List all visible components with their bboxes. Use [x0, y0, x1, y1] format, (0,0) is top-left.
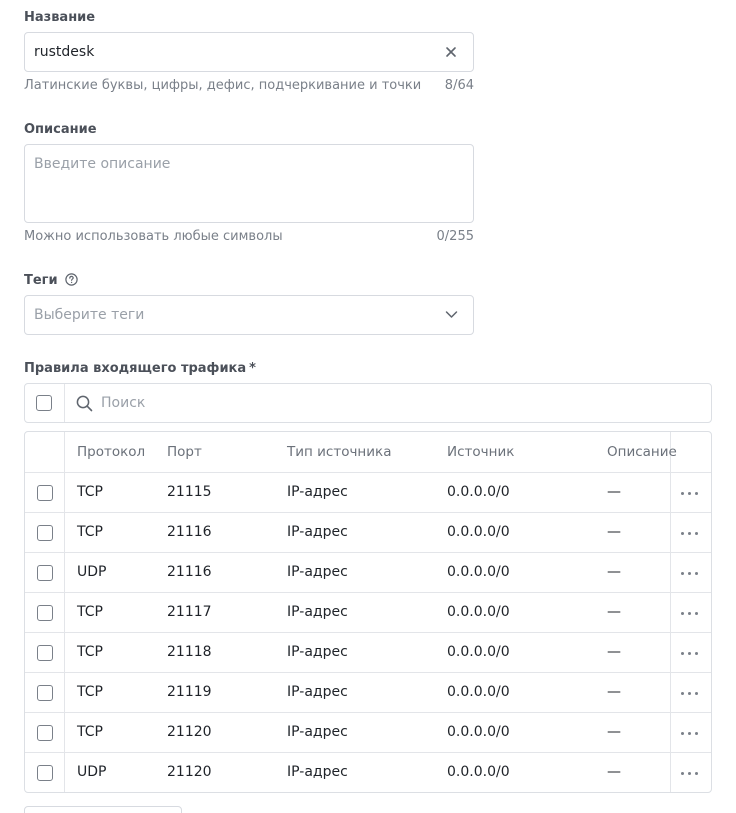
cell-source: 0.0.0.0/0 [447, 484, 510, 500]
cell-source-type: IP-адрес [287, 564, 348, 580]
description-textarea[interactable]: Введите описание [24, 144, 474, 223]
cell-protocol: TCP [77, 524, 103, 540]
more-horizontal-icon[interactable] [681, 532, 701, 536]
cell-source: 0.0.0.0/0 [447, 524, 510, 540]
cell-port: 21120 [167, 764, 212, 780]
table-row: UDP 21116 IP-адрес 0.0.0.0/0 — [25, 552, 711, 592]
cell-source-type: IP-адрес [287, 604, 348, 620]
cell-port: 21119 [167, 684, 212, 700]
cell-protocol: UDP [77, 564, 107, 580]
cell-port: 21118 [167, 644, 212, 660]
more-horizontal-icon[interactable] [681, 772, 701, 776]
rules-label: Правила входящего трафика * [24, 361, 256, 376]
column-header-port[interactable]: Порт [167, 444, 202, 460]
toolbar-divider [64, 384, 65, 422]
cell-source: 0.0.0.0/0 [447, 764, 510, 780]
row-checkbox[interactable] [37, 685, 53, 701]
cell-source-type: IP-адрес [287, 644, 348, 660]
tags-select[interactable]: Выберите теги [24, 295, 474, 335]
cell-protocol: TCP [77, 724, 103, 740]
cell-port: 21116 [167, 564, 212, 580]
table-row: TCP 21117 IP-адрес 0.0.0.0/0 — [25, 592, 711, 632]
cell-source: 0.0.0.0/0 [447, 604, 510, 620]
name-label: Название [24, 10, 96, 25]
name-counter: 8/64 [444, 78, 474, 93]
cell-description: — [607, 724, 621, 740]
cell-protocol: TCP [77, 644, 103, 660]
row-checkbox[interactable] [37, 725, 53, 741]
search-input[interactable]: Поиск [101, 395, 145, 411]
chevron-down-icon[interactable] [445, 310, 458, 319]
column-header-source-type[interactable]: Тип источника [287, 444, 391, 460]
cell-description: — [607, 564, 621, 580]
row-checkbox[interactable] [37, 765, 53, 781]
description-hint: Можно использовать любые символы [24, 229, 283, 244]
cell-source-type: IP-адрес [287, 484, 348, 500]
required-mark: * [249, 361, 256, 376]
cell-port: 21116 [167, 524, 212, 540]
table-row: TCP 21120 IP-адрес 0.0.0.0/0 — [25, 712, 711, 752]
cell-description: — [607, 764, 621, 780]
more-horizontal-icon[interactable] [681, 732, 701, 736]
description-placeholder: Введите описание [34, 156, 171, 172]
table-row: TCP 21115 IP-адрес 0.0.0.0/0 — [25, 472, 711, 512]
search-icon [76, 395, 93, 412]
more-horizontal-icon[interactable] [681, 652, 701, 656]
cell-port: 21120 [167, 724, 212, 740]
cell-port: 21115 [167, 484, 212, 500]
column-header-description[interactable]: Описание [607, 444, 677, 460]
tags-label: Теги [24, 273, 78, 288]
cell-protocol: UDP [77, 764, 107, 780]
row-checkbox[interactable] [37, 605, 53, 621]
cell-source-type: IP-адрес [287, 684, 348, 700]
close-icon[interactable] [445, 46, 457, 58]
table-row: TCP 21119 IP-адрес 0.0.0.0/0 — [25, 672, 711, 712]
description-label: Описание [24, 122, 97, 137]
cell-description: — [607, 604, 621, 620]
cell-source-type: IP-адрес [287, 724, 348, 740]
more-horizontal-icon[interactable] [681, 572, 701, 576]
cell-port: 21117 [167, 604, 212, 620]
name-hint: Латинские буквы, цифры, дефис, подчеркив… [24, 78, 422, 93]
cell-protocol: TCP [77, 484, 103, 500]
cell-protocol: TCP [77, 604, 103, 620]
cell-description: — [607, 684, 621, 700]
row-checkbox[interactable] [37, 565, 53, 581]
column-header-source[interactable]: Источник [447, 444, 514, 460]
cell-description: — [607, 524, 621, 540]
cell-source-type: IP-адрес [287, 524, 348, 540]
cell-description: — [607, 644, 621, 660]
more-horizontal-icon[interactable] [681, 492, 701, 496]
select-all-checkbox[interactable] [36, 395, 52, 411]
tags-label-text: Теги [24, 273, 58, 288]
row-checkbox[interactable] [37, 525, 53, 541]
add-rule-button[interactable] [24, 806, 182, 813]
tags-placeholder: Выберите теги [34, 307, 145, 323]
description-counter: 0/255 [436, 229, 474, 244]
rules-label-text: Правила входящего трафика [24, 361, 247, 376]
cell-source: 0.0.0.0/0 [447, 684, 510, 700]
row-checkbox[interactable] [37, 485, 53, 501]
rules-table: Протокол Порт Тип источника Источник Опи… [24, 431, 712, 793]
cell-source: 0.0.0.0/0 [447, 644, 510, 660]
table-row: UDP 21120 IP-адрес 0.0.0.0/0 — [25, 752, 711, 792]
rules-search-bar: Поиск [24, 383, 712, 423]
column-header-protocol[interactable]: Протокол [77, 444, 145, 460]
more-horizontal-icon[interactable] [681, 692, 701, 696]
cell-source-type: IP-адрес [287, 764, 348, 780]
cell-source: 0.0.0.0/0 [447, 724, 510, 740]
cell-protocol: TCP [77, 684, 103, 700]
table-row: TCP 21118 IP-адрес 0.0.0.0/0 — [25, 632, 711, 672]
table-row: TCP 21116 IP-адрес 0.0.0.0/0 — [25, 512, 711, 552]
cell-description: — [607, 484, 621, 500]
name-input[interactable]: rustdesk [24, 32, 474, 72]
name-input-value: rustdesk [34, 44, 95, 60]
row-checkbox[interactable] [37, 645, 53, 661]
cell-source: 0.0.0.0/0 [447, 564, 510, 580]
question-circle-icon[interactable] [65, 273, 78, 286]
more-horizontal-icon[interactable] [681, 612, 701, 616]
